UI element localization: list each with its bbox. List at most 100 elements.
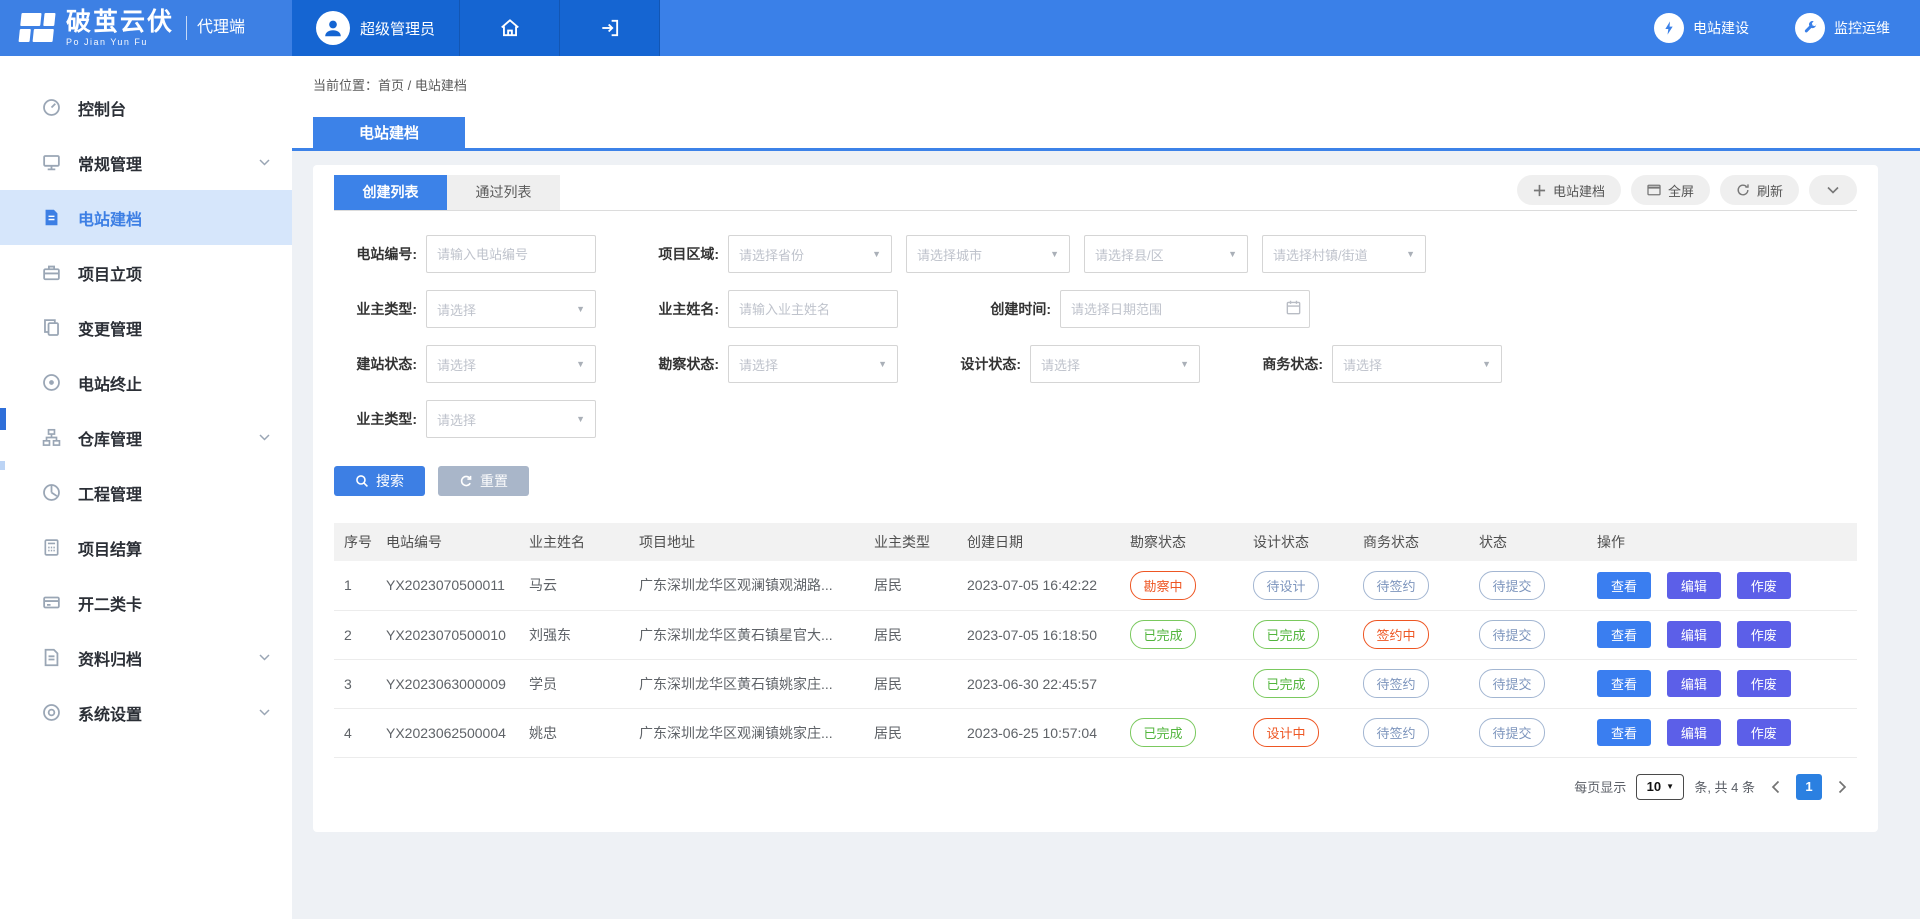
table-row: 4 YX2023062500004 姚忠 广东深圳龙华区观澜镇姚家庄... 居民… — [334, 708, 1857, 757]
sidebar-item-change-management[interactable]: 变更管理 — [0, 300, 292, 355]
plus-icon — [1533, 184, 1546, 197]
page-number-button[interactable]: 1 — [1796, 774, 1822, 800]
select-caret-icon: ▼ — [576, 304, 585, 314]
logout-button[interactable] — [560, 0, 660, 56]
dashboard-icon — [42, 483, 61, 502]
station-code-label: 电站编号: — [334, 244, 426, 264]
lightning-icon — [1661, 20, 1677, 36]
records-table: 序号 电站编号 业主姓名 项目地址 业主类型 创建日期 勘察状态 设计状态 商务… — [334, 523, 1857, 758]
view-button[interactable]: 查看 — [1597, 621, 1651, 648]
refresh-button[interactable]: 刷新 — [1720, 175, 1799, 205]
county-select[interactable]: 请选择县/区▼ — [1084, 235, 1248, 273]
void-button[interactable]: 作废 — [1737, 719, 1791, 746]
edit-button[interactable]: 编辑 — [1667, 572, 1721, 599]
nav-monitoring-ops[interactable]: 监控运维 — [1795, 13, 1890, 43]
status-badge: 待提交 — [1479, 718, 1545, 747]
status-badge: 已完成 — [1130, 620, 1196, 649]
status-badge: 待签约 — [1363, 718, 1429, 747]
owner-type-label: 业主类型: — [334, 299, 426, 319]
nav-station-construction[interactable]: 电站建设 — [1654, 13, 1749, 43]
survey-status-select[interactable]: 请选择▼ — [728, 345, 898, 383]
breadcrumb: 当前位置：首页 / 电站建档 — [292, 56, 1920, 94]
sidebar-item-project-initiation[interactable]: 项目立项 — [0, 245, 292, 300]
owner-type2-select[interactable]: 请选择▼ — [426, 400, 596, 438]
main-content: 当前位置：首页 / 电站建档 电站建档 创建列表 通过列表 电站建档 全屏 — [292, 56, 1920, 919]
create-station-button[interactable]: 电站建档 — [1517, 175, 1621, 205]
edit-button[interactable]: 编辑 — [1667, 621, 1721, 648]
collapse-toolbar-button[interactable] — [1809, 175, 1857, 205]
sidebar-item-data-archive[interactable]: 资料归档 — [0, 630, 292, 685]
avatar — [316, 11, 350, 45]
search-button[interactable]: 搜索 — [334, 466, 425, 496]
select-caret-icon: ▼ — [872, 249, 881, 259]
per-page-select[interactable]: 10 ▼ — [1636, 774, 1684, 800]
target-icon — [42, 373, 61, 392]
sidebar-item-engineering-management[interactable]: 工程管理 — [0, 465, 292, 520]
status-badge: 设计中 — [1253, 718, 1319, 747]
city-select[interactable]: 请选择城市▼ — [906, 235, 1070, 273]
sidebar-item-project-settlement[interactable]: 项目结算 — [0, 520, 292, 575]
chevron-down-icon — [259, 434, 270, 441]
user-menu[interactable]: 超级管理员 — [292, 0, 460, 56]
date-range-input[interactable] — [1060, 290, 1310, 328]
status-badge: 勘察中 — [1130, 571, 1196, 600]
panel-card: 创建列表 通过列表 电站建档 全屏 刷新 — [313, 165, 1878, 832]
sidebar-item-station-termination[interactable]: 电站终止 — [0, 355, 292, 410]
home-button[interactable] — [460, 0, 560, 56]
edit-button[interactable]: 编辑 — [1667, 670, 1721, 697]
owner-type-select[interactable]: 请选择▼ — [426, 290, 596, 328]
build-status-label: 建站状态: — [334, 354, 426, 374]
void-button[interactable]: 作废 — [1737, 621, 1791, 648]
refresh-icon — [1736, 183, 1750, 197]
station-code-input[interactable] — [426, 235, 596, 273]
prev-page-button[interactable] — [1765, 780, 1786, 794]
scrollbar-thumb[interactable] — [0, 408, 6, 430]
scrollbar-fragment — [0, 461, 5, 470]
status-badge: 待签约 — [1363, 571, 1429, 600]
sidebar-item-console[interactable]: 控制台 — [0, 80, 292, 135]
chevron-down-icon — [1827, 186, 1839, 194]
select-caret-icon: ▼ — [1180, 359, 1189, 369]
edit-button[interactable]: 编辑 — [1667, 719, 1721, 746]
page-tab-station-archive[interactable]: 电站建档 — [313, 117, 465, 151]
owner-name-input[interactable] — [728, 290, 898, 328]
fullscreen-button[interactable]: 全屏 — [1631, 175, 1710, 205]
total-count-label: 条, 共 4 条 — [1694, 777, 1755, 796]
sidebar-item-system-settings[interactable]: 系统设置 — [0, 685, 292, 740]
chevron-right-icon — [1838, 780, 1847, 794]
calendar-icon[interactable] — [1285, 299, 1302, 316]
sidebar-item-warehouse-management[interactable]: 仓库管理 — [0, 410, 292, 465]
sitemap-icon — [42, 428, 61, 447]
void-button[interactable]: 作废 — [1737, 572, 1791, 599]
build-status-select[interactable]: 请选择▼ — [426, 345, 596, 383]
town-select[interactable]: 请选择村镇/街道▼ — [1262, 235, 1426, 273]
owner-name-label: 业主姓名: — [636, 299, 728, 319]
tab-passed-list[interactable]: 通过列表 — [447, 175, 560, 210]
design-status-select[interactable]: 请选择▼ — [1030, 345, 1200, 383]
table-row: 1 YX2023070500011 马云 广东深圳龙华区观澜镇观湖路... 居民… — [334, 561, 1857, 610]
province-select[interactable]: 请选择省份▼ — [728, 235, 892, 273]
sidebar-item-general-management[interactable]: 常规管理 — [0, 135, 292, 190]
monitor-icon — [42, 153, 61, 172]
select-caret-icon: ▼ — [576, 359, 585, 369]
tab-create-list[interactable]: 创建列表 — [334, 175, 447, 210]
view-button[interactable]: 查看 — [1597, 572, 1651, 599]
select-caret-icon: ▼ — [1482, 359, 1491, 369]
logout-icon — [599, 17, 621, 39]
chevron-left-icon — [1771, 780, 1780, 794]
view-button[interactable]: 查看 — [1597, 670, 1651, 697]
status-badge: 签约中 — [1363, 620, 1429, 649]
copy-icon — [42, 318, 61, 337]
reset-button[interactable]: 重置 — [438, 466, 529, 496]
business-status-select[interactable]: 请选择▼ — [1332, 345, 1502, 383]
file-icon — [42, 648, 61, 667]
select-caret-icon: ▼ — [576, 414, 585, 424]
survey-status-label: 勘察状态: — [636, 354, 728, 374]
table-header-row: 序号 电站编号 业主姓名 项目地址 业主类型 创建日期 勘察状态 设计状态 商务… — [334, 523, 1857, 561]
next-page-button[interactable] — [1832, 780, 1853, 794]
void-button[interactable]: 作废 — [1737, 670, 1791, 697]
sidebar-item-second-class-card[interactable]: 开二类卡 — [0, 575, 292, 630]
sidebar-item-station-archive[interactable]: 电站建档 — [0, 190, 292, 245]
logo: 破茧云伏 Po Jian Yun Fu 代理端 — [0, 0, 292, 56]
view-button[interactable]: 查看 — [1597, 719, 1651, 746]
